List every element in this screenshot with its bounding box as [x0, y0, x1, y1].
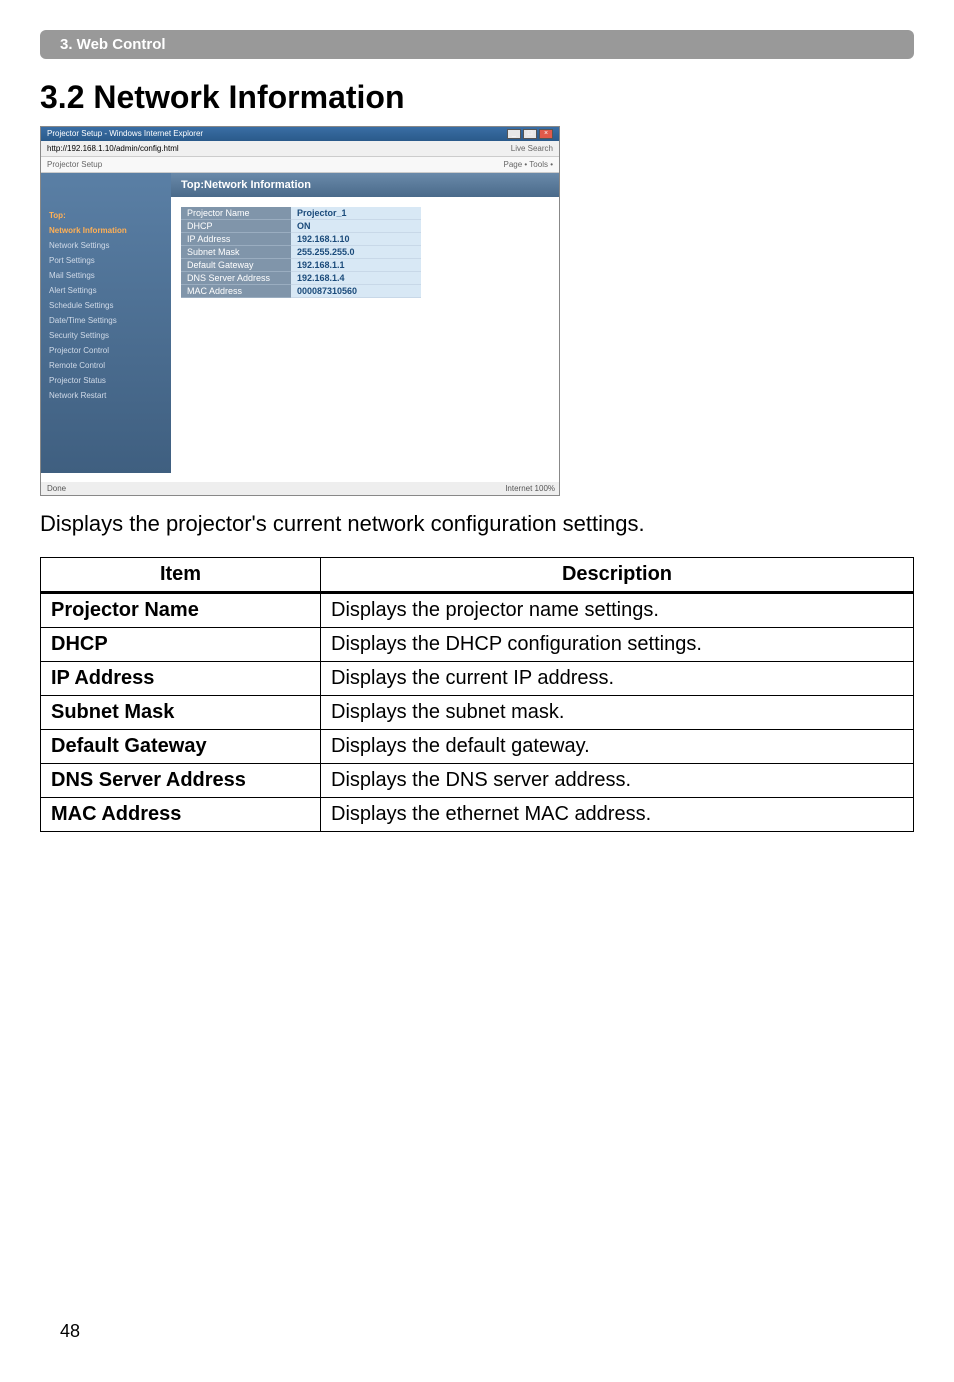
status-left: Done [47, 484, 66, 493]
info-row: DHCPON [181, 220, 421, 233]
info-label: IP Address [181, 233, 291, 246]
section-title: 3.2 Network Information [40, 79, 914, 116]
info-value: ON [291, 220, 421, 233]
sidebar-item: Network Information [47, 223, 165, 238]
screenshot-figure: Projector Setup - Windows Internet Explo… [40, 126, 560, 496]
sidebar-item: Port Settings [47, 253, 165, 268]
info-label: Projector Name [181, 207, 291, 220]
status-right: Internet 100% [505, 484, 555, 493]
info-label: DHCP [181, 220, 291, 233]
sidebar-item: Projector Status [47, 373, 165, 388]
desc-cell: Displays the DHCP configuration settings… [321, 628, 914, 662]
info-value: 255.255.255.0 [291, 246, 421, 259]
page-number: 48 [60, 1321, 80, 1342]
description-text: Displays the projector's current network… [40, 511, 914, 537]
table-row: Default GatewayDisplays the default gate… [41, 730, 914, 764]
sidebar-item: Projector Control [47, 343, 165, 358]
info-value: 000087310560 [291, 285, 421, 298]
toolbar-buttons: Page • Tools • [504, 160, 553, 169]
close-icon: × [539, 129, 553, 139]
panel-header: Top:Network Information [171, 173, 559, 197]
sidebar-item: Security Settings [47, 328, 165, 343]
table-row: Projector NameDisplays the projector nam… [41, 593, 914, 628]
info-label: MAC Address [181, 285, 291, 298]
desc-cell: Displays the default gateway. [321, 730, 914, 764]
info-row: DNS Server Address192.168.1.4 [181, 272, 421, 285]
sidebar-item: Remote Control [47, 358, 165, 373]
table-header-description: Description [321, 558, 914, 593]
item-description-table: Item Description Projector NameDisplays … [40, 557, 914, 832]
item-cell: DHCP [41, 628, 321, 662]
info-value: 192.168.1.10 [291, 233, 421, 246]
sidebar-item: Date/Time Settings [47, 313, 165, 328]
desc-cell: Displays the ethernet MAC address. [321, 798, 914, 832]
sidebar-item: Network Settings [47, 238, 165, 253]
item-cell: Projector Name [41, 593, 321, 628]
url-text: http://192.168.1.10/admin/config.html [47, 144, 179, 153]
table-row: DNS Server AddressDisplays the DNS serve… [41, 764, 914, 798]
item-cell: DNS Server Address [41, 764, 321, 798]
info-value: Projector_1 [291, 207, 421, 220]
item-cell: MAC Address [41, 798, 321, 832]
info-label: DNS Server Address [181, 272, 291, 285]
window-title: Projector Setup - Windows Internet Explo… [47, 129, 203, 139]
sidebar-item: Alert Settings [47, 283, 165, 298]
maximize-icon: □ [523, 129, 537, 139]
desc-cell: Displays the subnet mask. [321, 696, 914, 730]
table-row: Subnet MaskDisplays the subnet mask. [41, 696, 914, 730]
sidebar-top-label: Top: [47, 208, 165, 223]
info-label: Subnet Mask [181, 246, 291, 259]
table-row: IP AddressDisplays the current IP addres… [41, 662, 914, 696]
minimize-icon: _ [507, 129, 521, 139]
search-box: Live Search [511, 144, 553, 153]
desc-cell: Displays the current IP address. [321, 662, 914, 696]
item-cell: IP Address [41, 662, 321, 696]
info-label: Default Gateway [181, 259, 291, 272]
info-value: 192.168.1.4 [291, 272, 421, 285]
desc-cell: Displays the DNS server address. [321, 764, 914, 798]
status-bar: Done Internet 100% [41, 482, 560, 495]
table-header-item: Item [41, 558, 321, 593]
desc-cell: Displays the projector name settings. [321, 593, 914, 628]
item-cell: Subnet Mask [41, 696, 321, 730]
info-value: 192.168.1.1 [291, 259, 421, 272]
item-cell: Default Gateway [41, 730, 321, 764]
table-row: MAC AddressDisplays the ethernet MAC add… [41, 798, 914, 832]
tab-title: Projector Setup [47, 160, 102, 169]
table-row: DHCPDisplays the DHCP configuration sett… [41, 628, 914, 662]
info-row: MAC Address000087310560 [181, 285, 421, 298]
sidebar-item: Mail Settings [47, 268, 165, 283]
window-titlebar: Projector Setup - Windows Internet Explo… [41, 127, 559, 141]
sidebar-nav: Top: Network Information Network Setting… [41, 173, 171, 473]
info-row: Subnet Mask255.255.255.0 [181, 246, 421, 259]
browser-toolbar: Projector Setup Page • Tools • [41, 157, 559, 173]
network-info-panel: Projector NameProjector_1 DHCPON IP Addr… [181, 207, 421, 298]
chapter-header: 3. Web Control [40, 30, 914, 59]
sidebar-item: Network Restart [47, 388, 165, 403]
info-row: Projector NameProjector_1 [181, 207, 421, 220]
address-bar: http://192.168.1.10/admin/config.html Li… [41, 141, 559, 157]
info-row: IP Address192.168.1.10 [181, 233, 421, 246]
info-row: Default Gateway192.168.1.1 [181, 259, 421, 272]
sidebar-item: Schedule Settings [47, 298, 165, 313]
